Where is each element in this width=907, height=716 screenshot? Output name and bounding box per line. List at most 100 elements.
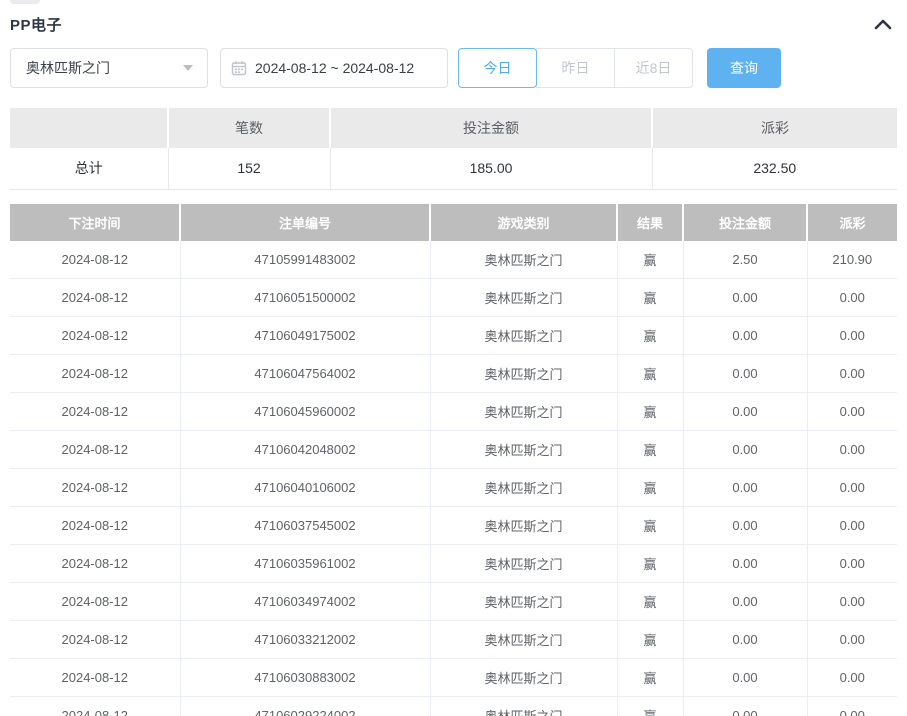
records-header-cell-1: 注单编号 (180, 203, 431, 241)
records-cell-5: 210.90 (807, 240, 897, 279)
records-cell-4: 0.00 (683, 354, 808, 393)
date-range-input[interactable]: 2024-08-12 ~ 2024-08-12 (220, 48, 448, 88)
records-cell-2: 奥林匹斯之门 (430, 506, 618, 545)
records-cell-5: 0.00 (807, 620, 897, 659)
game-select[interactable]: 奥林匹斯之门 (10, 48, 208, 88)
records-cell-0: 2024-08-12 (10, 544, 181, 583)
summary-total-cell-0: 总计 (10, 148, 169, 190)
records-cell-4: 0.00 (683, 316, 808, 355)
records-cell-5: 0.00 (807, 392, 897, 431)
records-cell-0: 2024-08-12 (10, 354, 181, 393)
records-cell-3: 赢 (617, 392, 684, 431)
summary-header-cell-3: 派彩 (652, 108, 897, 148)
records-header-cell-0: 下注时间 (10, 203, 181, 241)
table-row: 2024-08-12 47106037545002 奥林匹斯之门赢 0.00 0.00 (10, 506, 897, 545)
records-cell-1: 47106047564002 (180, 354, 431, 393)
records-cell-0: 2024-08-12 (10, 316, 181, 355)
table-row: 2024-08-12 47106040106002 奥林匹斯之门赢 0.00 0.00 (10, 468, 897, 507)
table-row: 2024-08-12 47106034974002 奥林匹斯之门赢 0.00 0.00 (10, 582, 897, 621)
records-cell-4: 2.50 (683, 240, 808, 279)
table-row: 2024-08-12 47106045960002 奥林匹斯之门赢 0.00 0.00 (10, 392, 897, 431)
records-cell-0: 2024-08-12 (10, 430, 181, 469)
query-button[interactable]: 查询 (707, 48, 781, 88)
records-cell-1: 47106051500002 (180, 278, 431, 317)
records-cell-4: 0.00 (683, 392, 808, 431)
quick-range-button-group: 今日 昨日 近8日 (458, 48, 693, 88)
records-cell-2: 奥林匹斯之门 (430, 582, 618, 621)
table-row: 2024-08-12 47105991483002 奥林匹斯之门赢 2.50 210.9… (10, 240, 897, 279)
records-cell-1: 47105991483002 (180, 240, 431, 279)
records-cell-3: 赢 (617, 430, 684, 469)
calendar-icon (231, 61, 247, 76)
records-cell-3: 赢 (617, 506, 684, 545)
records-cell-4: 0.00 (683, 278, 808, 317)
records-cell-2: 奥林匹斯之门 (430, 354, 618, 393)
filter-bar: 奥林匹斯之门 2024-08-12 ~ 2024-08-12 今日 昨日 近8日… (10, 48, 897, 88)
yesterday-button[interactable]: 昨日 (536, 48, 615, 88)
records-cell-5: 0.00 (807, 658, 897, 697)
records-cell-0: 2024-08-12 (10, 696, 181, 716)
records-cell-0: 2024-08-12 (10, 278, 181, 317)
records-cell-3: 赢 (617, 278, 684, 317)
records-cell-4: 0.00 (683, 430, 808, 469)
records-cell-1: 47106030883002 (180, 658, 431, 697)
records-cell-1: 47106045960002 (180, 392, 431, 431)
clipped-element-fragment (10, 0, 40, 4)
table-row: 2024-08-12 47106035961002 奥林匹斯之门赢 0.00 0.00 (10, 544, 897, 583)
table-row: 2024-08-1247106029224002奥林匹斯之门赢0.000.00 (10, 696, 897, 716)
records-cell-0: 2024-08-12 (10, 658, 181, 697)
records-cell-4: 0.00 (683, 468, 808, 507)
chevron-up-icon (874, 19, 892, 30)
records-header-cell-5: 派彩 (807, 203, 897, 241)
collapse-button[interactable] (871, 12, 895, 36)
table-row: 2024-08-12 47106042048002 奥林匹斯之门赢 0.00 0.00 (10, 430, 897, 469)
records-cell-2: 奥林匹斯之门 (430, 658, 618, 697)
records-cell-1: 47106033212002 (180, 620, 431, 659)
summary-header-cell-1: 笔数 (168, 108, 331, 148)
table-row: 2024-08-12 47106047564002 奥林匹斯之门赢 0.00 0.00 (10, 354, 897, 393)
records-cell-3: 赢 (617, 240, 684, 279)
chevron-down-icon (183, 65, 193, 71)
records-cell-5: 0.00 (807, 696, 897, 716)
last-8-days-button[interactable]: 近8日 (614, 48, 693, 88)
records-cell-2: 奥林匹斯之门 (430, 392, 618, 431)
records-cell-1: 47106029224002 (180, 696, 431, 716)
date-range-value: 2024-08-12 ~ 2024-08-12 (255, 60, 415, 76)
page-title: PP电子 (10, 16, 63, 34)
summary-total-cell-2: 185.00 (330, 148, 653, 190)
records-cell-4: 0.00 (683, 544, 808, 583)
records-cell-2: 奥林匹斯之门 (430, 278, 618, 317)
records-cell-4: 0.00 (683, 696, 808, 716)
records-cell-3: 赢 (617, 354, 684, 393)
records-header-cell-4: 投注金额 (683, 203, 808, 241)
records-cell-2: 奥林匹斯之门 (430, 544, 618, 583)
records-cell-0: 2024-08-12 (10, 620, 181, 659)
records-cell-3: 赢 (617, 620, 684, 659)
summary-header-row: 笔数 投注金额 派彩 (10, 108, 897, 148)
records-cell-1: 47106034974002 (180, 582, 431, 621)
records-cell-5: 0.00 (807, 506, 897, 545)
records-cell-2: 奥林匹斯之门 (430, 240, 618, 279)
table-row: 2024-08-12 47106049175002 奥林匹斯之门赢 0.00 0.00 (10, 316, 897, 355)
records-cell-2: 奥林匹斯之门 (430, 430, 618, 469)
summary-total-cell-1: 152 (168, 148, 331, 190)
summary-header-cell-2: 投注金额 (330, 108, 653, 148)
records-table: 下注时间 注单编号 游戏类别 结果 投注金额 派彩 2024-08-12 471059914… (10, 203, 897, 716)
summary-header-cell-0 (10, 108, 169, 148)
records-cell-3: 赢 (617, 316, 684, 355)
today-button[interactable]: 今日 (458, 48, 537, 88)
records-cell-5: 0.00 (807, 430, 897, 469)
records-header-cell-3: 结果 (617, 203, 684, 241)
records-cell-2: 奥林匹斯之门 (430, 620, 618, 659)
records-cell-0: 2024-08-12 (10, 582, 181, 621)
records-cell-5: 0.00 (807, 354, 897, 393)
records-cell-4: 0.00 (683, 620, 808, 659)
summary-total-row: 总计 152 185.00 232.50 (10, 148, 897, 190)
records-cell-3: 赢 (617, 696, 684, 716)
records-cell-0: 2024-08-12 (10, 468, 181, 507)
table-row: 2024-08-12 47106051500002 奥林匹斯之门赢 0.00 0.00 (10, 278, 897, 317)
records-cell-2: 奥林匹斯之门 (430, 468, 618, 507)
records-cell-2: 奥林匹斯之门 (430, 316, 618, 355)
records-cell-5: 0.00 (807, 468, 897, 507)
records-cell-1: 47106049175002 (180, 316, 431, 355)
